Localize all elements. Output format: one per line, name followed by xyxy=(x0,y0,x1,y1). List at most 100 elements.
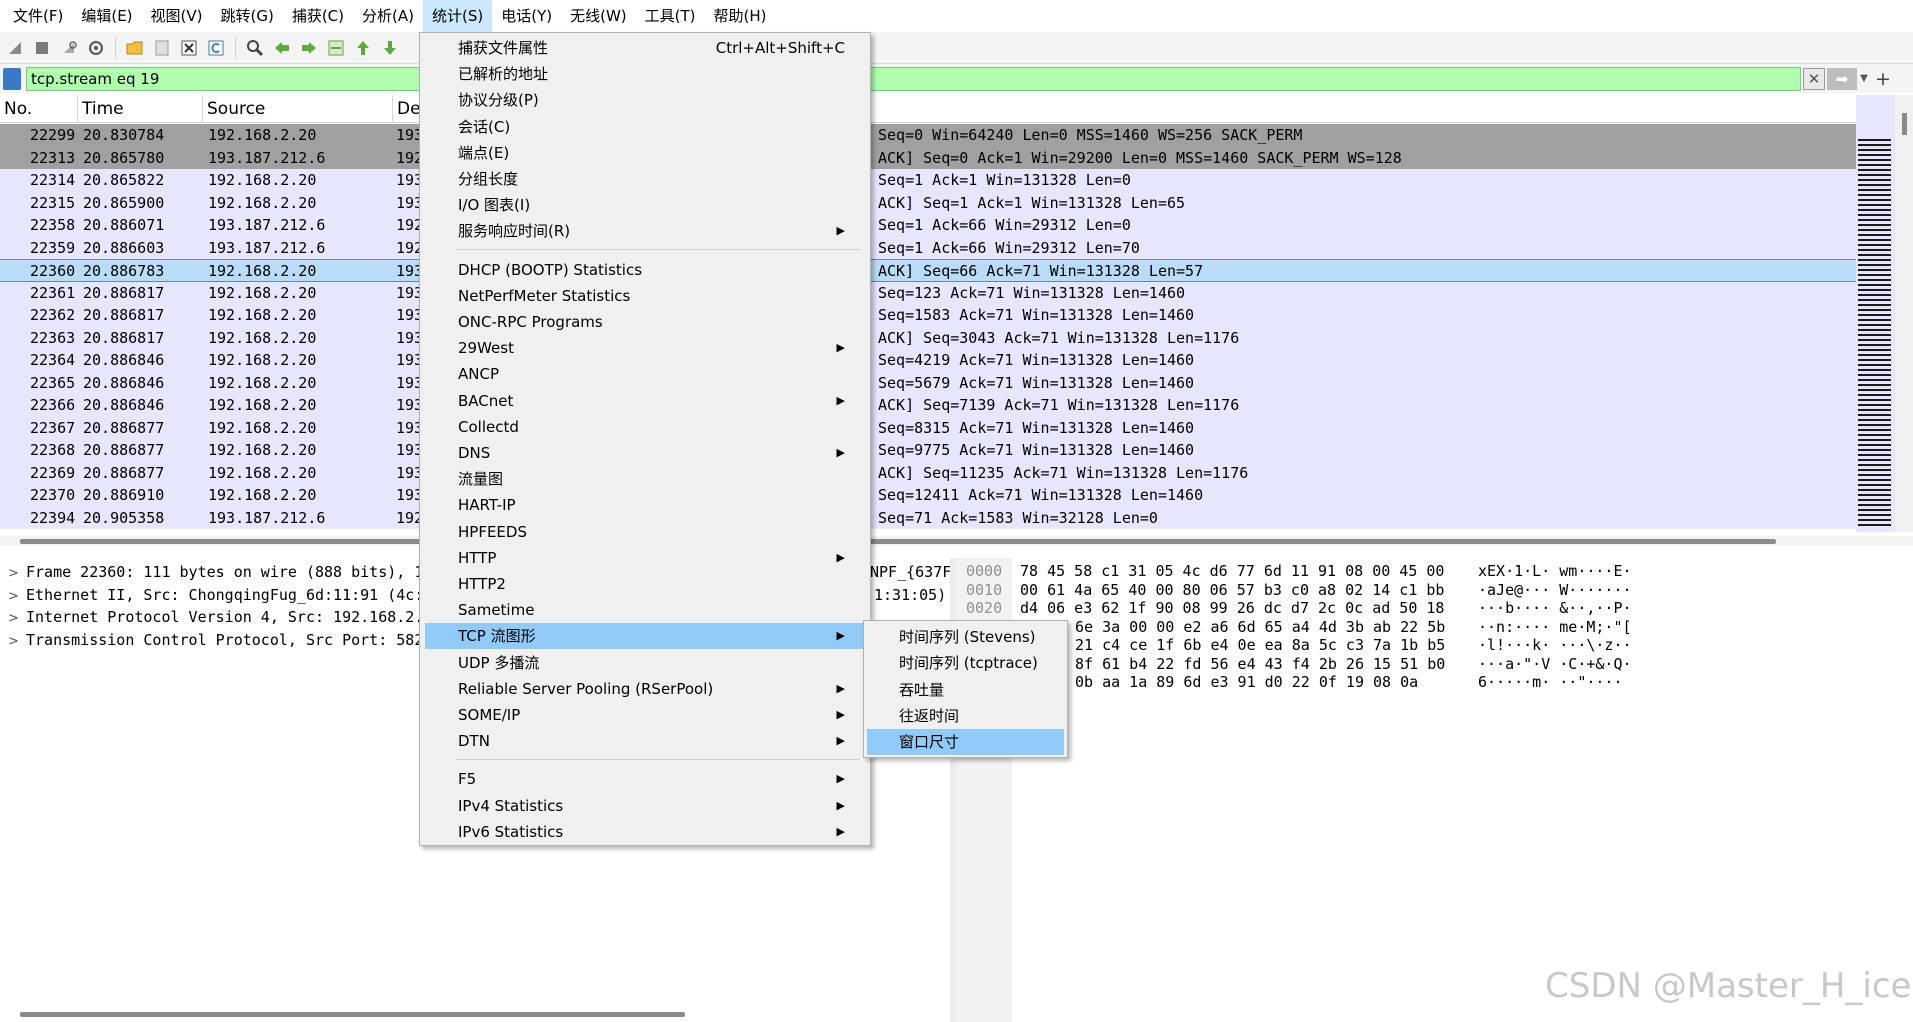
menu-conversations[interactable]: 会话(C) xyxy=(425,114,865,140)
submenu-round-trip-time[interactable]: 往返时间 xyxy=(867,703,1064,729)
menu-ancp[interactable]: ANCP xyxy=(425,361,865,387)
detail-row-ethernet[interactable]: > Ethernet II, Src: ChongqingFug_6d:11:91… xyxy=(0,584,946,608)
packet-row[interactable]: 22315 20.865900 192.168.2.20 193 ACK] Seq=1 … xyxy=(0,191,1856,214)
filter-apply-arrow-icon[interactable]: ➡ xyxy=(1827,67,1857,90)
filter-history-dropdown-icon[interactable]: ▼ xyxy=(1857,68,1871,90)
packet-minimap[interactable] xyxy=(1856,95,1895,532)
menu-wireless[interactable]: 无线(W) xyxy=(561,0,636,32)
submenu-time-sequence-stevens[interactable]: 时间序列 (Stevens) xyxy=(867,624,1064,650)
shark-fin-start-icon[interactable] xyxy=(4,37,26,59)
packet-list-vertical-scrollbar[interactable] xyxy=(1895,95,1913,532)
column-header-time[interactable]: Time xyxy=(78,95,203,123)
go-forward-arrow-icon[interactable] xyxy=(298,37,320,59)
menu-flow-graph[interactable]: 流量图 xyxy=(425,466,865,492)
menu-help[interactable]: 帮助(H) xyxy=(705,0,776,32)
packet-row[interactable]: 22369 20.886877 192.168.2.20 193 ACK] Seq=11… xyxy=(0,461,1856,484)
submenu-time-sequence-tcptrace[interactable]: 时间序列 (tcptrace) xyxy=(867,650,1064,676)
menu-f5[interactable]: F5 ▶ xyxy=(425,766,865,792)
menu-edit[interactable]: 编辑(E) xyxy=(72,0,141,32)
detail-pane-horizontal-scrollbar[interactable] xyxy=(20,1012,685,1017)
menu-tcp-stream-graphs[interactable]: TCP 流图形 ▶ xyxy=(425,623,865,650)
packet-row[interactable]: 22365 20.886846 192.168.2.20 193 Seq=5679 Ac… xyxy=(0,371,1856,394)
expand-arrow-icon[interactable]: > xyxy=(0,586,26,608)
menu-29west[interactable]: 29West ▶ xyxy=(425,335,865,361)
menu-bacnet[interactable]: BACnet ▶ xyxy=(425,388,865,414)
scrollbar-thumb[interactable] xyxy=(1902,113,1907,135)
detail-row-frame[interactable]: > Frame 22360: 111 bytes on wire (888 bit… xyxy=(0,561,960,585)
go-to-packet-icon[interactable] xyxy=(325,37,347,59)
packet-row[interactable]: 22362 20.886817 192.168.2.20 193 Seq=1583 Ac… xyxy=(0,304,1856,327)
menu-dns[interactable]: DNS ▶ xyxy=(425,440,865,466)
menu-telephony[interactable]: 电话(Y) xyxy=(492,0,561,32)
menu-endpoints[interactable]: 端点(E) xyxy=(425,140,865,166)
menu-sametime[interactable]: Sametime xyxy=(425,597,865,623)
detail-row-ipv4[interactable]: > Internet Protocol Version 4, Src: 192.1… xyxy=(0,606,423,629)
filter-clear-icon[interactable]: ✕ xyxy=(1803,67,1825,90)
menu-dhcp-statistics[interactable]: DHCP (BOOTP) Statistics xyxy=(425,257,865,283)
menu-service-response-time[interactable]: 服务响应时间(R) ▶ xyxy=(425,218,865,244)
packet-row[interactable]: 22314 20.865822 192.168.2.20 193 Seq=1 Ack=1… xyxy=(0,169,1856,192)
menu-udp-multicast-streams[interactable]: UDP 多播流 xyxy=(425,650,865,676)
save-file-icon[interactable] xyxy=(151,37,173,59)
menu-http[interactable]: HTTP ▶ xyxy=(425,545,865,571)
menu-go[interactable]: 跳转(G) xyxy=(212,0,283,32)
packet-row[interactable]: 22363 20.886817 192.168.2.20 193 ACK] Seq=30… xyxy=(0,326,1856,349)
find-packet-icon[interactable] xyxy=(244,37,266,59)
menu-tools[interactable]: 工具(T) xyxy=(636,0,705,32)
column-header-no[interactable]: No. xyxy=(0,95,78,123)
menu-view[interactable]: 视图(V) xyxy=(142,0,212,32)
packet-list-horizontal-scrollbar[interactable] xyxy=(0,536,1913,546)
go-back-arrow-icon[interactable] xyxy=(271,37,293,59)
scrollbar-thumb[interactable] xyxy=(20,539,1776,544)
packet-row[interactable]: 22299 20.830784 192.168.2.20 193 Seq=0 Win=6… xyxy=(0,124,1856,147)
menu-dtn[interactable]: DTN ▶ xyxy=(425,728,865,754)
add-filter-button-icon[interactable]: + xyxy=(1871,68,1895,90)
restart-capture-icon[interactable] xyxy=(58,37,80,59)
menu-netperfmeter-statistics[interactable]: NetPerfMeter Statistics xyxy=(425,283,865,309)
close-file-icon[interactable] xyxy=(178,37,200,59)
packet-row[interactable]: 22366 20.886846 192.168.2.20 193 ACK] Seq=71… xyxy=(0,394,1856,417)
display-filter-input[interactable]: tcp.stream eq 19 xyxy=(26,66,1801,91)
stop-capture-icon[interactable] xyxy=(31,37,53,59)
menu-statistics[interactable]: 统计(S) xyxy=(422,0,493,32)
menu-packet-lengths[interactable]: 分组长度 xyxy=(425,166,865,192)
menu-analyze[interactable]: 分析(A) xyxy=(353,0,423,32)
menu-capture-file-properties[interactable]: 捕获文件属性 Ctrl+Alt+Shift+C xyxy=(425,35,865,61)
packet-row[interactable]: 22358 20.886071 193.187.212.6 192 Seq=1 Ack=… xyxy=(0,214,1856,237)
reload-file-icon[interactable] xyxy=(205,37,227,59)
menu-hpfeeds[interactable]: HPFEEDS xyxy=(425,519,865,545)
menu-hart-ip[interactable]: HART-IP xyxy=(425,492,865,518)
expand-arrow-icon[interactable]: > xyxy=(0,608,26,630)
submenu-window-scaling[interactable]: 窗口尺寸 xyxy=(867,729,1064,756)
menu-collectd[interactable]: Collectd xyxy=(425,414,865,440)
menu-ipv6-statistics[interactable]: IPv6 Statistics ▶ xyxy=(425,819,865,845)
packet-row[interactable]: 22361 20.886817 192.168.2.20 193 Seq=123 Ack… xyxy=(0,281,1856,304)
go-last-packet-icon[interactable] xyxy=(379,37,401,59)
column-header-source[interactable]: Source xyxy=(203,95,393,123)
menu-http2[interactable]: HTTP2 xyxy=(425,571,865,597)
packet-row[interactable]: 22370 20.886910 192.168.2.20 193 Seq=12411 A… xyxy=(0,484,1856,507)
packet-row[interactable]: 22359 20.886603 193.187.212.6 192 Seq=1 Ack=… xyxy=(0,236,1856,259)
go-first-packet-icon[interactable] xyxy=(352,37,374,59)
menu-capture[interactable]: 捕获(C) xyxy=(283,0,353,32)
menu-io-graph[interactable]: I/O 图表(I) xyxy=(425,192,865,218)
open-folder-icon[interactable] xyxy=(124,37,146,59)
capture-options-gear-icon[interactable] xyxy=(85,37,107,59)
detail-row-tcp[interactable]: > Transmission Control Protocol, Src Port… xyxy=(0,629,423,652)
packet-row[interactable]: 22313 20.865780 193.187.212.6 192 ACK] Seq=0… xyxy=(0,146,1856,169)
menu-some-ip[interactable]: SOME/IP ▶ xyxy=(425,702,865,728)
menu-rserpool[interactable]: Reliable Server Pooling (RSerPool) ▶ xyxy=(425,676,865,702)
menu-file[interactable]: 文件(F) xyxy=(4,0,72,32)
packet-row[interactable]: 22364 20.886846 192.168.2.20 193 Seq=4219 Ac… xyxy=(0,349,1856,372)
packet-row[interactable]: 22394 20.905358 193.187.212.6 192 Seq=71 Ack… xyxy=(0,506,1856,529)
packet-row[interactable]: 22368 20.886877 192.168.2.20 193 Seq=9775 Ac… xyxy=(0,439,1856,462)
menu-onc-rpc-programs[interactable]: ONC-RPC Programs xyxy=(425,309,865,335)
menu-resolved-addresses[interactable]: 已解析的地址 xyxy=(425,61,865,87)
packet-row[interactable]: 22367 20.886877 192.168.2.20 193 Seq=8315 Ac… xyxy=(0,416,1856,439)
submenu-throughput[interactable]: 吞吐量 xyxy=(867,677,1064,703)
expand-arrow-icon[interactable]: > xyxy=(0,563,26,585)
filter-bookmark-icon[interactable] xyxy=(3,67,21,90)
packet-row-selected[interactable]: 22360 20.886783 192.168.2.20 193 ACK] Seq=66… xyxy=(0,259,1856,282)
expand-arrow-icon[interactable]: > xyxy=(0,631,26,653)
menu-ipv4-statistics[interactable]: IPv4 Statistics ▶ xyxy=(425,793,865,819)
